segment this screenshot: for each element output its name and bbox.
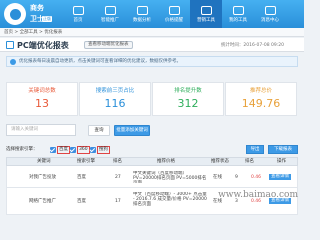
stat-label: 推荐总价	[249, 88, 272, 94]
nav-item-messages[interactable]: 消息中心	[254, 0, 286, 28]
table-header: 关键词 搜索引擎 排名 推荐价格 推荐状态 排名 操作	[6, 157, 298, 166]
table-row: 对我广告投放 百度 27 中文关键词（百度移动端） PV=20000排名页面 P…	[6, 166, 298, 188]
promote-icon	[104, 5, 116, 15]
chart-icon	[136, 5, 148, 15]
mobile-report-link[interactable]: 查看移动端优化报表	[84, 41, 133, 49]
title-row: PC端优化报表 查看移动端优化报表 统计时间：2016-07-08 09:20	[0, 38, 304, 52]
nav-item-marketing-tools[interactable]: 营销工具	[190, 0, 222, 28]
stat-card-keywords: 关键词总数 13	[6, 82, 78, 116]
notice-text: 优化报表每日凌晨自动更新，点击关键词可查看详细的优化建议，数据仅供参考。	[19, 59, 181, 64]
checkbox-sogou[interactable]: 搜狗	[90, 146, 110, 154]
nav-item-price-alert[interactable]: 价格提醒	[158, 0, 190, 28]
batch-add-button[interactable]: 批量添加关键词	[114, 125, 150, 136]
nav-item-analysis[interactable]: 数据分析	[126, 0, 158, 28]
top-header: 商务 卫士 正版 首页 智能推广 数据分析 价格提醒 营销工具 我的工具 消息中…	[0, 0, 304, 28]
stat-label: 关键词总数	[28, 88, 56, 94]
keyword-search-input[interactable]: 请输入关键词	[6, 124, 76, 136]
notice-bar: 优化报表每日凌晨自动更新，点击关键词可查看详细的优化建议，数据仅供参考。	[6, 56, 298, 67]
breadcrumb: 首页 > 全部工具 > 优化报表	[0, 28, 304, 37]
checkbox-baidu[interactable]: 百度	[50, 146, 70, 154]
wrench-icon	[232, 5, 244, 15]
nav-item-home[interactable]: 首页	[62, 0, 94, 28]
stat-card-price: 推荐总价 149.76	[225, 82, 297, 116]
bell-icon	[168, 5, 180, 15]
version-badge: 正版	[42, 16, 52, 22]
logo-icon	[4, 3, 26, 25]
stat-time: 统计时间：2016-07-08 09:20	[220, 43, 284, 48]
view-detail-button[interactable]: 查看详情	[269, 174, 291, 180]
report-icon	[6, 41, 14, 49]
checkbox-checked-icon	[90, 147, 96, 153]
export-button[interactable]: 导出	[246, 145, 264, 154]
checkbox-360[interactable]: 360	[70, 146, 90, 154]
download-report-button[interactable]: 下载报表	[268, 145, 298, 154]
nav-item-promote[interactable]: 智能推广	[94, 0, 126, 28]
home-icon	[72, 5, 84, 15]
toolbox-icon	[200, 5, 212, 15]
checkbox-checked-icon	[50, 147, 56, 153]
info-icon	[10, 59, 16, 65]
watermark: www.baimao.com	[218, 190, 298, 200]
stat-value: 13	[35, 97, 49, 110]
message-icon	[264, 5, 276, 15]
page-title: PC端优化报表	[17, 41, 69, 50]
query-button[interactable]: 查询	[88, 125, 110, 136]
stat-card-rank-up: 排名提升数 312	[152, 82, 224, 116]
checkbox-checked-icon	[70, 147, 76, 153]
app-logo: 商务 卫士 正版	[4, 2, 56, 26]
engine-filter-label: 选择搜索引擎：	[6, 147, 38, 152]
stat-card-top-pages: 搜索前三页占比 116	[79, 82, 151, 116]
stat-label: 排名提升数	[174, 88, 202, 94]
stat-value: 116	[104, 97, 126, 110]
stat-label: 搜索前三页占比	[95, 88, 135, 94]
nav-item-my-tools[interactable]: 我的工具	[222, 0, 254, 28]
stat-value: 149.76	[241, 97, 281, 110]
stat-value: 312	[177, 97, 199, 110]
